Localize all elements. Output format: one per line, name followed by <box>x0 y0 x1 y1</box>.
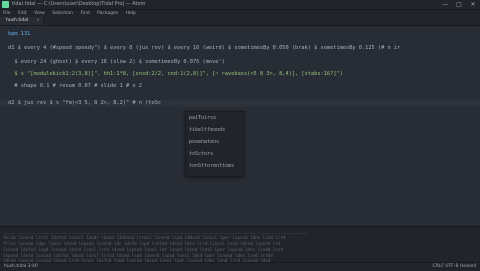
code-line: bpm 131 <box>8 31 31 37</box>
autocomplete-popup: paiToirss tikeltfeonds pooenatens toScto… <box>185 111 244 177</box>
maximize-button[interactable]: □ <box>452 0 466 9</box>
console-panel: ________________________________________… <box>0 226 480 263</box>
code-line-current: d2 $ jux rev $ s "fm(<3 5, 8 2>, 8,2)" #… <box>8 100 162 106</box>
console-line: frlsn lcnssm ldgs ljmss ldsnd lspsnd lcn… <box>3 241 281 246</box>
tab-close-icon[interactable]: × <box>36 17 40 25</box>
autocomplete-item[interactable]: tikeltfeonds <box>189 127 225 134</box>
menu-edit[interactable]: Edit <box>18 11 27 16</box>
console-line: lcnsnd ldsfnd lspd lcnsnd ldsnd lcnsl lr… <box>3 247 283 252</box>
close-window-button[interactable]: ✕ <box>466 0 480 9</box>
tab-hush-tidal[interactable]: hush.tidal × <box>0 17 44 25</box>
title-bar: tidal.tidal — C:\Users\user\Desktop\Tida… <box>0 0 480 10</box>
code-line: $ s "[modulekick1:2(3,8)]", hh1:1*8, [sn… <box>8 71 343 77</box>
menu-selection[interactable]: Selection <box>52 11 73 16</box>
menu-view[interactable]: View <box>34 11 45 16</box>
autocomplete-item[interactable]: tonSttorenttoms <box>189 163 234 170</box>
menu-file[interactable]: File <box>3 11 11 16</box>
tab-label: hush.tidal <box>6 18 29 23</box>
code-line: $ every 24 (ghost) $ every 16 (slow 2) $… <box>8 59 225 65</box>
code-line: d1 $ every 4 (#speed speedy") $ every 8 … <box>8 45 401 51</box>
console-line: fmr2m lcnsnd lrrsl 2dsfnd lcnssl loudr l… <box>3 235 286 240</box>
autocomplete-item[interactable]: pooenatens <box>189 139 219 146</box>
code-line: # shape 0.1 # revum 0.07 # slide 1 # o 2 <box>8 83 142 89</box>
tab-bar: hush.tidal × <box>0 17 480 26</box>
window-title: tidal.tidal — C:\Users\user\Desktop\Tida… <box>12 1 146 7</box>
autocomplete-item[interactable]: toSctors <box>189 151 213 158</box>
console-line: ________________________________________… <box>3 229 309 234</box>
autocomplete-item[interactable]: paiToirss <box>189 115 216 122</box>
menu-packages[interactable]: Packages <box>97 11 118 16</box>
menu-bar: File Edit View Selection Find Packages H… <box>0 10 480 17</box>
menu-help[interactable]: Help <box>126 11 136 16</box>
app-icon <box>2 1 9 8</box>
menu-find[interactable]: Find <box>80 11 89 16</box>
minimize-button[interactable]: — <box>438 0 452 9</box>
